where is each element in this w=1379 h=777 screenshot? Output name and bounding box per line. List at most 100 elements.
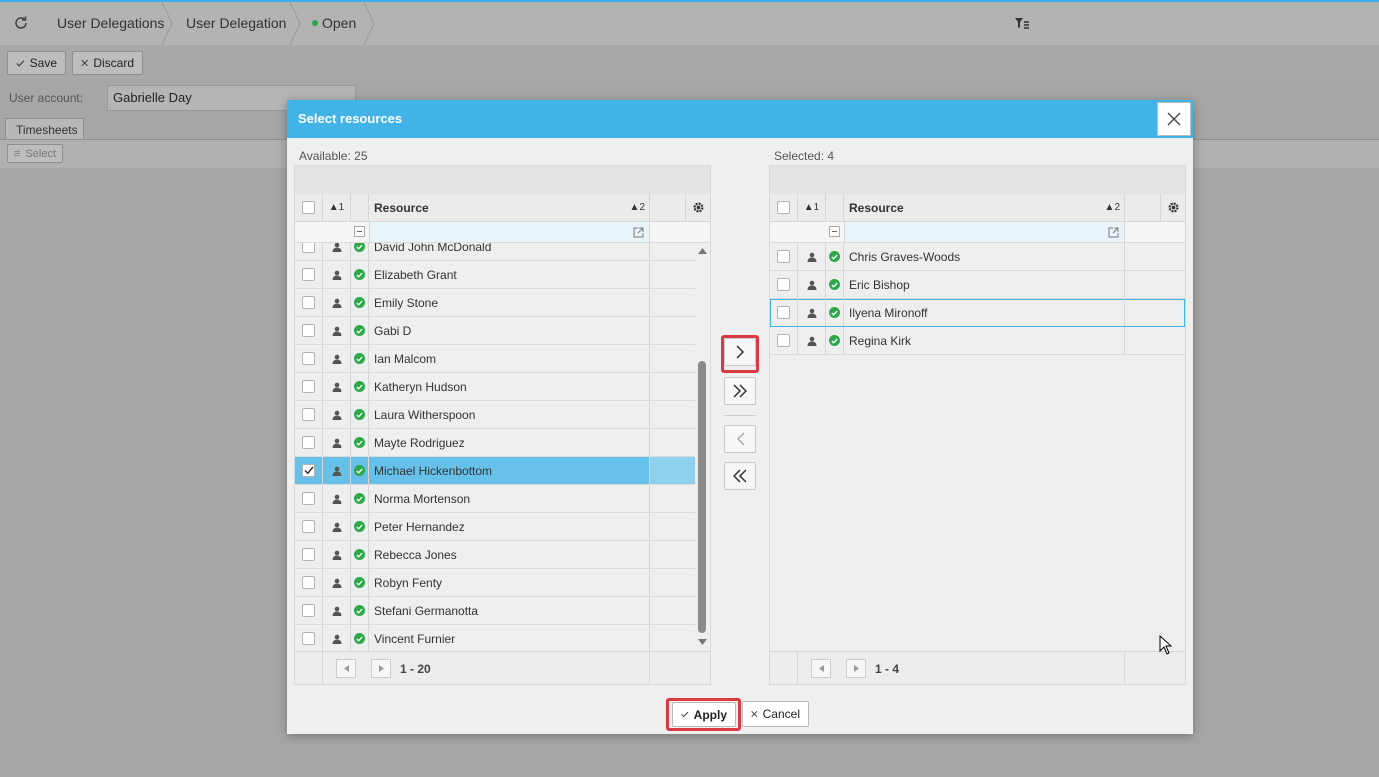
sort-asc-icon: ▲ xyxy=(328,202,339,213)
active-status-icon xyxy=(826,271,844,298)
table-row[interactable]: Stefani Germanotta xyxy=(295,597,695,625)
close-icon xyxy=(751,711,758,717)
row-checkbox[interactable] xyxy=(302,632,315,645)
table-row[interactable]: Mayte Rodriguez xyxy=(295,429,695,457)
status-label: Open xyxy=(322,15,357,31)
resource-filter-input[interactable] xyxy=(844,222,1125,242)
resource-name: Emily Stone xyxy=(369,289,650,316)
resource-header-label: Resource xyxy=(849,200,904,215)
active-status-icon xyxy=(351,485,369,512)
open-external-icon[interactable] xyxy=(1108,226,1119,241)
transfer-divider xyxy=(724,415,756,416)
double-chevron-left-icon xyxy=(733,469,747,483)
open-external-icon[interactable] xyxy=(633,226,644,241)
active-status-icon xyxy=(351,513,369,540)
row-checkbox[interactable] xyxy=(302,268,315,281)
available-scrollbar[interactable] xyxy=(695,243,710,651)
person-icon xyxy=(323,513,351,540)
resource-column-header[interactable]: Resource ▲2 xyxy=(844,194,1125,221)
resource-name: Rebecca Jones xyxy=(369,541,650,568)
row-checkbox[interactable] xyxy=(302,352,315,365)
row-checkbox[interactable] xyxy=(302,464,315,477)
row-checkbox[interactable] xyxy=(302,604,315,617)
person-icon xyxy=(323,485,351,512)
row-checkbox[interactable] xyxy=(302,408,315,421)
move-all-left-button[interactable] xyxy=(724,462,756,490)
resource-column-header[interactable]: Resource ▲2 xyxy=(369,194,650,221)
scroll-down-icon[interactable] xyxy=(698,639,707,645)
group-panel xyxy=(770,166,1185,194)
table-row[interactable]: Emily Stone xyxy=(295,289,695,317)
table-row[interactable]: Vincent Furnier xyxy=(295,625,695,651)
sort-order: 1 xyxy=(338,202,345,213)
prev-page-button[interactable] xyxy=(336,659,356,678)
settings-icon[interactable] xyxy=(1161,194,1185,221)
row-checkbox[interactable] xyxy=(302,520,315,533)
dialog-close-button[interactable] xyxy=(1157,102,1191,136)
table-row[interactable]: Ian Malcom xyxy=(295,345,695,373)
table-row[interactable]: Michael Hickenbottom xyxy=(295,457,695,485)
breadcrumb-user-delegations[interactable]: User Delegations xyxy=(57,2,164,45)
discard-button[interactable]: Discard xyxy=(72,51,143,75)
sort-column-header[interactable]: ▲ 1 xyxy=(798,194,826,221)
row-checkbox[interactable] xyxy=(302,492,315,505)
row-checkbox[interactable] xyxy=(777,278,790,291)
filter-list-icon[interactable] xyxy=(1014,17,1030,31)
table-row[interactable]: Ilyena Mironoff xyxy=(770,299,1185,327)
resource-name: Eric Bishop xyxy=(844,271,1125,298)
scroll-up-icon[interactable] xyxy=(698,248,707,254)
select-button[interactable]: Select xyxy=(7,144,63,163)
caret-left-icon xyxy=(818,665,824,672)
selected-grid: ▲ 1 Resource ▲2 Chris Graves-Woods Eric Bi… xyxy=(769,165,1186,685)
table-row[interactable]: Chris Graves-Woods xyxy=(770,243,1185,271)
next-page-button[interactable] xyxy=(846,659,866,678)
row-checkbox[interactable] xyxy=(777,334,790,347)
table-row[interactable]: Rebecca Jones xyxy=(295,541,695,569)
select-all-checkbox[interactable] xyxy=(302,201,315,214)
sort-asc-icon: ▲2 xyxy=(1104,202,1120,213)
settings-icon[interactable] xyxy=(686,194,710,221)
table-row[interactable]: Eric Bishop xyxy=(770,271,1185,299)
cancel-button[interactable]: Cancel xyxy=(742,701,809,727)
scroll-thumb[interactable] xyxy=(698,361,706,633)
row-checkbox[interactable] xyxy=(302,436,315,449)
table-row[interactable]: Katheryn Hudson xyxy=(295,373,695,401)
filter-minus-icon[interactable] xyxy=(829,226,840,237)
table-row[interactable]: Elizabeth Grant xyxy=(295,261,695,289)
caret-left-icon xyxy=(343,665,349,672)
filter-minus-icon[interactable] xyxy=(354,226,365,237)
double-chevron-right-icon xyxy=(733,384,747,398)
person-icon xyxy=(323,261,351,288)
tab-timesheets[interactable]: Timesheets xyxy=(5,118,84,140)
row-checkbox[interactable] xyxy=(302,380,315,393)
table-row[interactable]: Peter Hernandez xyxy=(295,513,695,541)
table-row[interactable]: Robyn Fenty xyxy=(295,569,695,597)
active-status-icon xyxy=(826,299,844,326)
person-icon xyxy=(323,317,351,344)
select-all-checkbox[interactable] xyxy=(777,201,790,214)
row-checkbox[interactable] xyxy=(302,243,315,253)
row-checkbox[interactable] xyxy=(302,296,315,309)
prev-page-button[interactable] xyxy=(811,659,831,678)
save-button[interactable]: Save xyxy=(7,51,66,75)
row-checkbox[interactable] xyxy=(302,576,315,589)
row-checkbox[interactable] xyxy=(777,306,790,319)
filter-row xyxy=(295,222,710,243)
table-row[interactable]: David John McDonald xyxy=(295,243,695,261)
refresh-icon[interactable] xyxy=(13,15,29,31)
row-checkbox[interactable] xyxy=(302,324,315,337)
table-row[interactable]: Laura Witherspoon xyxy=(295,401,695,429)
row-checkbox[interactable] xyxy=(777,250,790,263)
resource-name: Ian Malcom xyxy=(369,345,650,372)
row-checkbox[interactable] xyxy=(302,548,315,561)
table-row[interactable]: Gabi D xyxy=(295,317,695,345)
table-row[interactable]: Norma Mortenson xyxy=(295,485,695,513)
move-all-right-button[interactable] xyxy=(724,377,756,405)
table-row[interactable]: Regina Kirk xyxy=(770,327,1185,355)
resource-filter-input[interactable] xyxy=(369,222,650,242)
sort-column-header[interactable]: ▲ 1 xyxy=(323,194,351,221)
move-selected-left-button[interactable] xyxy=(724,425,756,453)
close-icon xyxy=(1167,112,1181,126)
next-page-button[interactable] xyxy=(371,659,391,678)
breadcrumb-user-delegation[interactable]: User Delegation xyxy=(186,2,286,45)
